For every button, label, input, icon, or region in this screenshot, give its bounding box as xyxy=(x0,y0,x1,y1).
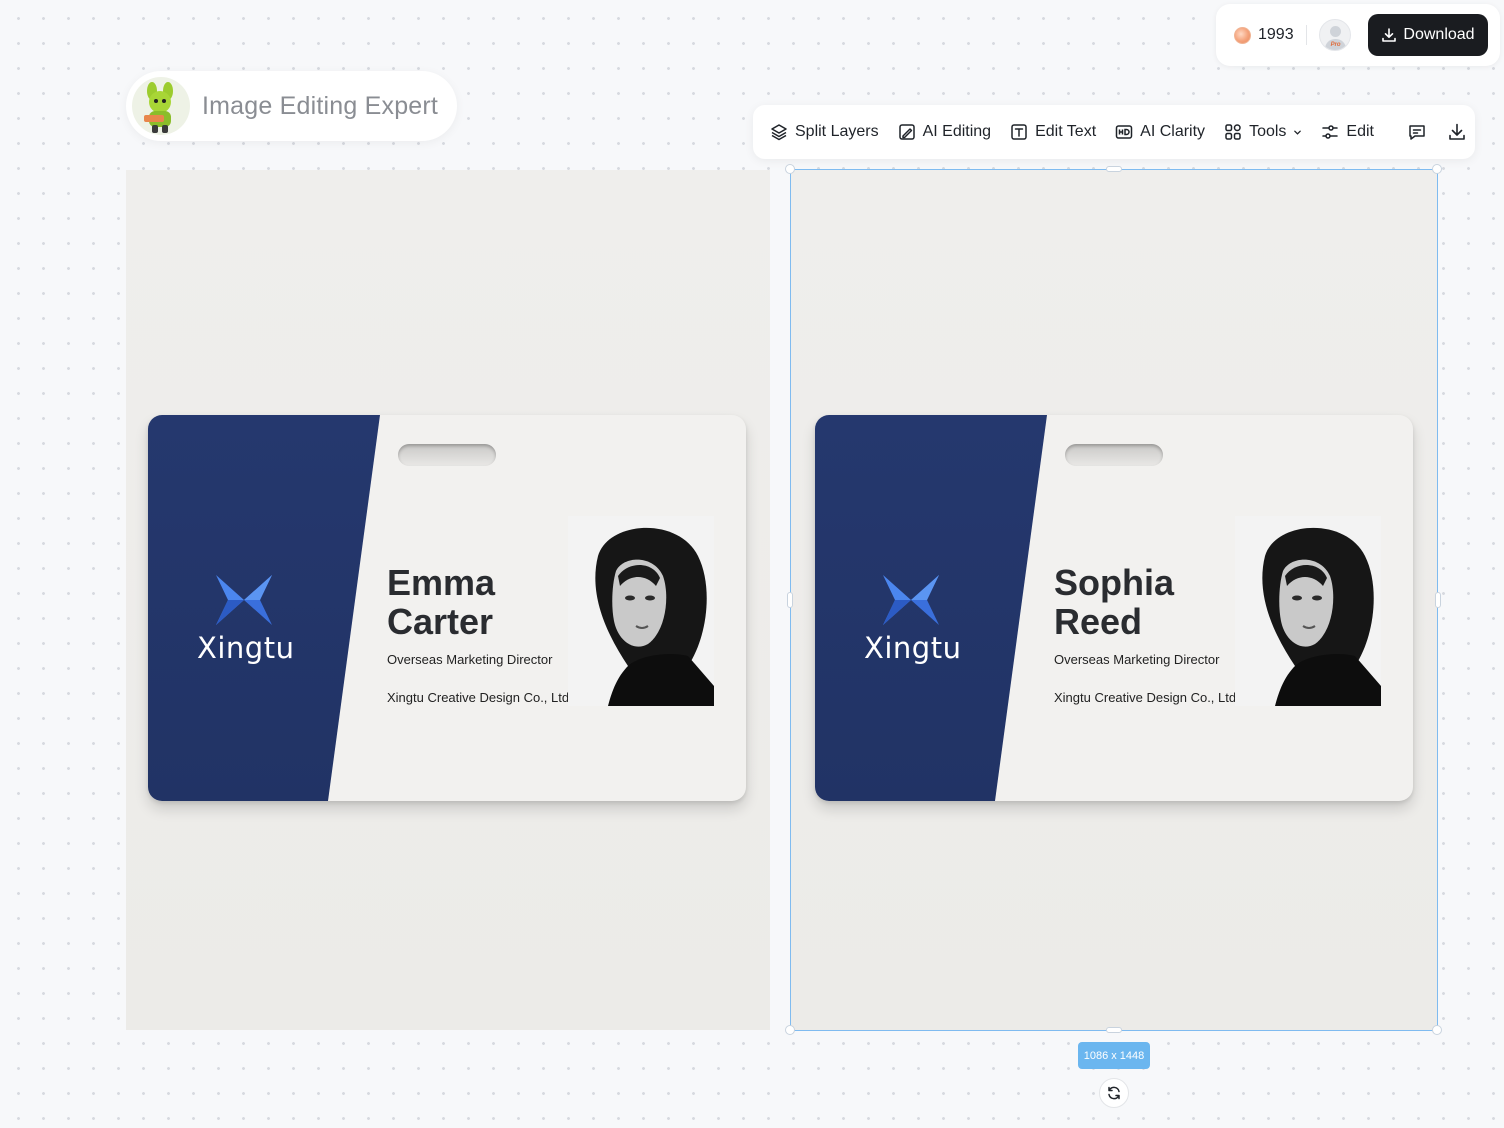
edit-text-button[interactable]: Edit Text xyxy=(1010,123,1096,141)
card-lanyard-slot xyxy=(1065,444,1163,466)
download-label: Download xyxy=(1403,26,1475,43)
edit-label: Edit xyxy=(1346,123,1374,140)
resize-handle-right[interactable] xyxy=(1435,592,1441,608)
card-company: Xingtu Creative Design Co., Ltd. xyxy=(1054,690,1240,705)
ai-edit-icon xyxy=(898,124,915,140)
edit-text-label: Edit Text xyxy=(1035,123,1097,140)
card-last-name: Carter xyxy=(387,601,494,642)
card-brand: Xingtu xyxy=(864,631,962,665)
comment-button[interactable] xyxy=(1407,122,1427,142)
resize-handle-top-left[interactable] xyxy=(785,164,795,174)
refresh-icon xyxy=(1108,1086,1120,1100)
hd-icon xyxy=(1115,125,1133,139)
card-portrait-photo xyxy=(568,516,714,706)
image-toolbar: Split Layers AI Editing Edit Text AI Cla… xyxy=(753,105,1475,159)
download-icon xyxy=(1449,123,1465,140)
card-company: Xingtu Creative Design Co., Ltd. xyxy=(387,690,573,705)
comment-icon xyxy=(1409,125,1425,140)
resize-handle-top[interactable] xyxy=(1106,166,1122,172)
resize-handle-top-right[interactable] xyxy=(1432,164,1442,174)
coin-icon xyxy=(1234,26,1251,44)
agent-title: Image Editing Expert xyxy=(202,91,439,120)
agent-avatar xyxy=(132,77,190,135)
download-icon xyxy=(1382,28,1397,42)
agent-chip[interactable]: Image Editing Expert xyxy=(126,71,457,141)
card-lanyard-slot xyxy=(398,444,496,466)
card-name: Sophia Reed xyxy=(1054,563,1234,641)
resize-handle-bottom-left[interactable] xyxy=(785,1025,795,1035)
credits-balance[interactable]: 1993 xyxy=(1234,26,1294,44)
credits-count: 1993 xyxy=(1258,26,1294,43)
card-last-name: Reed xyxy=(1054,601,1143,642)
id-badge-card: Xingtu Sophia Reed Overseas Marketing Di… xyxy=(815,415,1413,801)
grid-icon xyxy=(1225,124,1241,140)
user-avatar-icon[interactable]: Pro xyxy=(1318,19,1351,51)
card-first-name: Sophia xyxy=(1054,562,1175,603)
card-role: Overseas Marketing Director xyxy=(1054,652,1220,667)
layers-icon xyxy=(771,124,787,141)
refresh-button[interactable] xyxy=(1099,1078,1129,1108)
ai-clarity-label: AI Clarity xyxy=(1140,123,1206,140)
card-brand: Xingtu xyxy=(197,631,295,665)
toolbar-download-button[interactable] xyxy=(1447,122,1467,142)
card-role: Overseas Marketing Director xyxy=(387,652,553,667)
xingtu-logo-icon xyxy=(883,575,939,625)
split-layers-label: Split Layers xyxy=(795,123,879,140)
tools-dropdown[interactable]: Tools xyxy=(1224,123,1302,141)
resize-handle-left[interactable] xyxy=(787,592,793,608)
top-bar: 1993 Pro Download xyxy=(1216,4,1500,66)
edit-button[interactable]: Edit xyxy=(1321,123,1374,141)
chevron-down-icon xyxy=(1294,130,1302,135)
pro-badge: Pro xyxy=(1330,42,1341,48)
ai-clarity-button[interactable]: AI Clarity xyxy=(1115,123,1205,141)
card-name: Emma Carter xyxy=(387,563,567,641)
image-size-badge: 1086 x 1448 xyxy=(1078,1042,1150,1069)
ai-editing-button[interactable]: AI Editing xyxy=(898,123,991,141)
split-layers-button[interactable]: Split Layers xyxy=(770,123,879,141)
tools-label: Tools xyxy=(1249,123,1287,140)
card-portrait-photo xyxy=(1235,516,1381,706)
resize-handle-bottom-right[interactable] xyxy=(1432,1025,1442,1035)
text-icon xyxy=(1011,124,1027,140)
ai-editing-label: AI Editing xyxy=(922,123,992,140)
card-first-name: Emma xyxy=(387,562,496,603)
download-button[interactable]: Download xyxy=(1368,14,1488,56)
sliders-icon xyxy=(1322,125,1339,139)
id-badge-card: Xingtu Emma Carter Overseas Marketing Di… xyxy=(148,415,746,801)
divider xyxy=(1305,25,1307,45)
resize-handle-bottom[interactable] xyxy=(1106,1027,1122,1033)
xingtu-logo-icon xyxy=(216,575,272,625)
